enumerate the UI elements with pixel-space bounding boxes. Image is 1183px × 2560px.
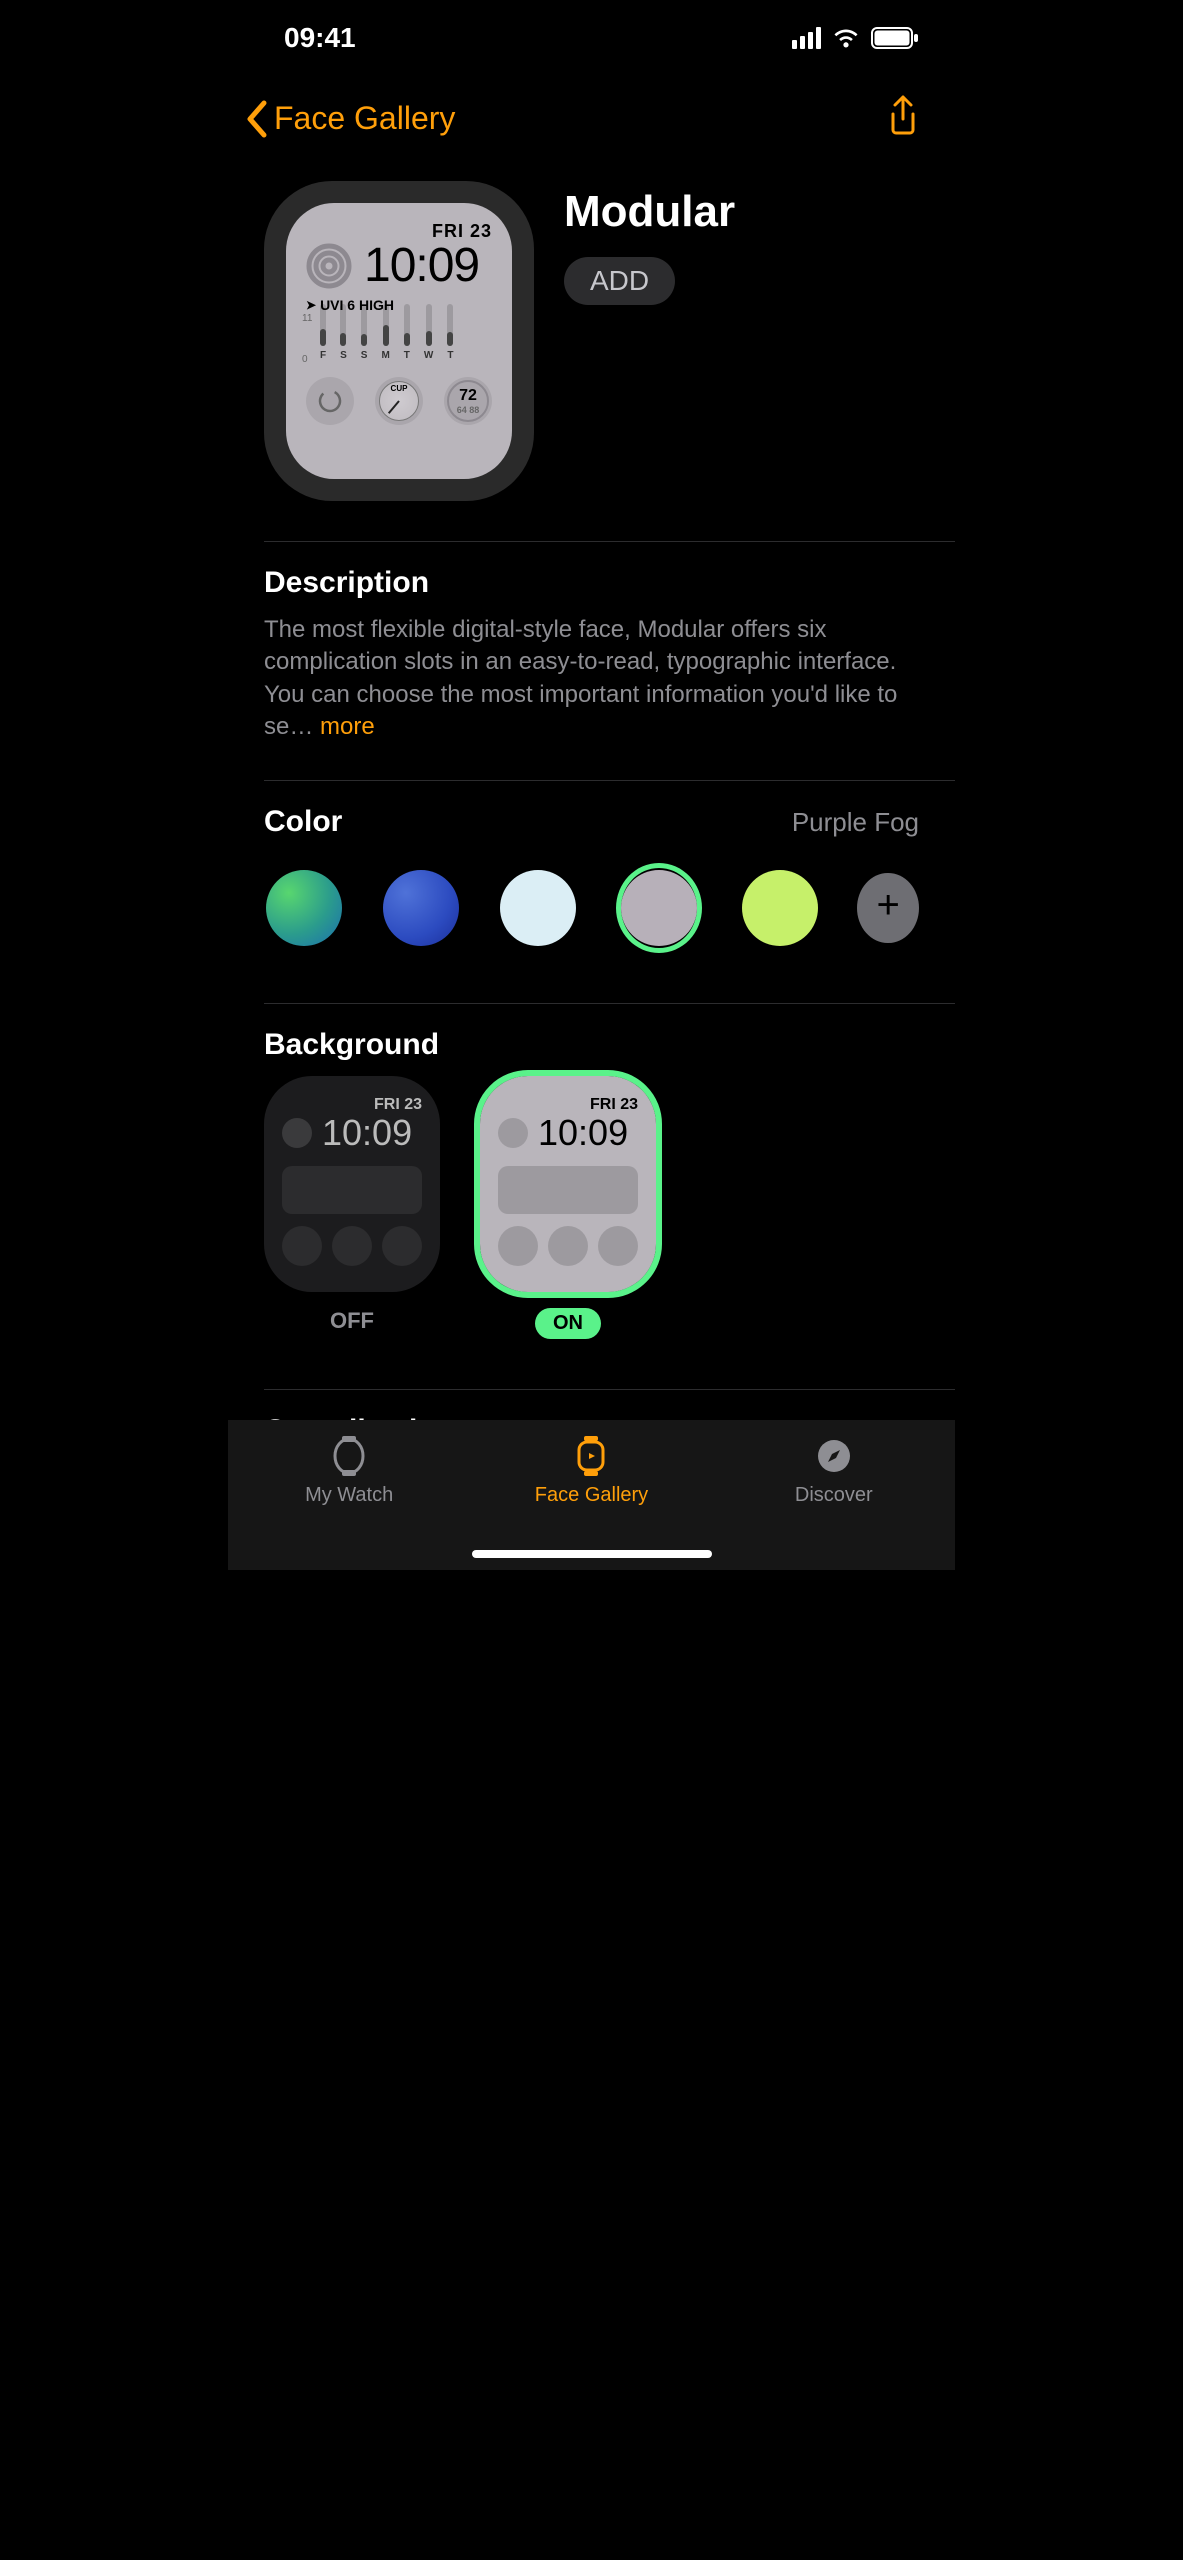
background-off-label: OFF xyxy=(330,1308,374,1334)
description-section: Description The most flexible digital-st… xyxy=(228,542,955,780)
color-swatch-purple-fog[interactable] xyxy=(616,863,702,953)
background-option-off[interactable]: FRI 23 10:09 OFF xyxy=(264,1076,440,1339)
color-swatch-light-blue[interactable] xyxy=(499,863,578,953)
wifi-icon xyxy=(831,27,861,49)
watch-face-preview: FRI 23 10:09 ➤ UVI 6 HIGH xyxy=(264,181,534,501)
timer-complication xyxy=(306,377,354,425)
color-section: Color Purple Fog + xyxy=(228,781,955,1003)
chart-bar: T xyxy=(404,304,410,361)
status-time: 09:41 xyxy=(284,22,356,54)
chart-bar: W xyxy=(424,304,433,361)
activity-rings-icon xyxy=(306,243,352,289)
tab-bar: My Watch Face Gallery Discover xyxy=(228,1420,955,1570)
watchface-uv-chart: 11 0 FSSMTWT xyxy=(306,315,492,375)
chart-bar: S xyxy=(340,304,347,361)
background-option-on[interactable]: FRI 23 10:09 ON xyxy=(480,1076,656,1339)
watch-icon xyxy=(331,1436,367,1476)
cellular-icon xyxy=(792,27,821,49)
background-on-label: ON xyxy=(535,1308,601,1339)
chart-bar: S xyxy=(361,304,368,361)
background-heading: Background xyxy=(264,1028,919,1062)
home-indicator[interactable] xyxy=(472,1550,712,1558)
back-label: Face Gallery xyxy=(274,100,455,137)
battery-icon xyxy=(871,27,919,49)
chart-bar: M xyxy=(381,304,389,361)
description-heading: Description xyxy=(264,566,919,600)
description-more-link[interactable]: more xyxy=(320,713,375,740)
color-swatch-green-gradient[interactable] xyxy=(264,863,343,953)
chart-bar: F xyxy=(320,304,326,361)
background-section: Background FRI 23 10:09 OFF FRI 23 10:09 xyxy=(228,1004,955,1389)
tab-my-watch[interactable]: My Watch xyxy=(228,1436,470,1570)
watchface-time: 10:09 xyxy=(364,238,479,293)
color-heading: Color xyxy=(264,805,342,839)
location-icon: ➤ xyxy=(306,298,316,312)
back-button[interactable]: Face Gallery xyxy=(244,99,455,139)
status-bar: 09:41 xyxy=(228,0,955,64)
share-button[interactable] xyxy=(885,94,921,143)
weather-complication: 72 64 88 xyxy=(444,377,492,425)
face-title: Modular xyxy=(564,187,735,237)
color-add-button[interactable]: + xyxy=(857,873,919,943)
chart-bar: T xyxy=(447,304,453,361)
cup-complication: CUP xyxy=(375,377,423,425)
nav-bar: Face Gallery xyxy=(228,64,955,163)
face-gallery-icon xyxy=(576,1436,606,1476)
add-button[interactable]: ADD xyxy=(564,257,675,305)
color-swatch-lime[interactable] xyxy=(740,863,819,953)
tab-discover[interactable]: Discover xyxy=(713,1436,955,1570)
compass-icon xyxy=(816,1436,852,1476)
color-swatch-blue[interactable] xyxy=(381,863,460,953)
color-swatch-row: + xyxy=(264,863,919,953)
color-selected-name: Purple Fog xyxy=(792,807,919,838)
